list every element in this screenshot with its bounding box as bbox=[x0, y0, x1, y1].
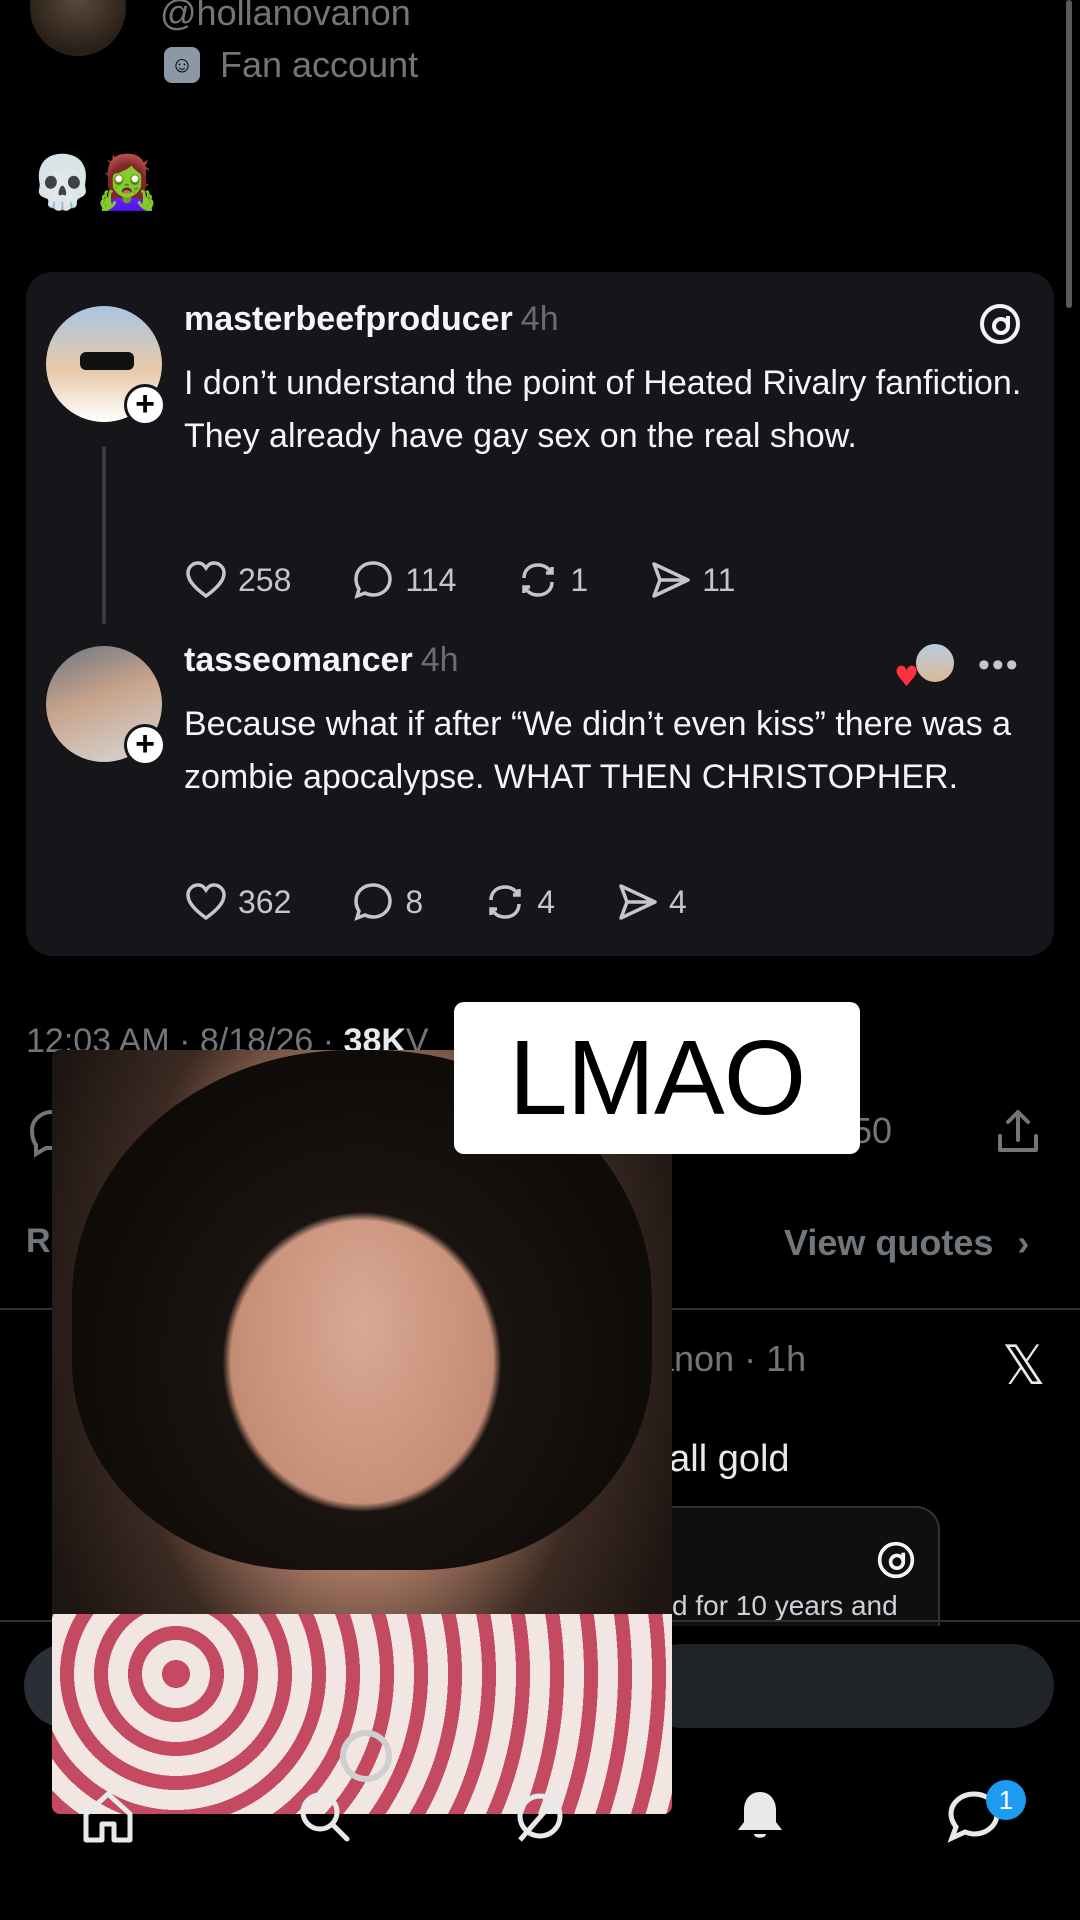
reply-card-text: d for 10 years and bbox=[672, 1590, 898, 1621]
post-1-username-text: masterbeefproducer bbox=[184, 300, 513, 338]
sunglasses bbox=[80, 352, 134, 370]
send-icon bbox=[619, 884, 657, 920]
liked-heart-icon: ♥ bbox=[894, 660, 920, 693]
reply-author-handle[interactable]: anon · 1h bbox=[654, 1338, 806, 1380]
post-1-text: I don’t understand the point of Heated R… bbox=[184, 364, 1022, 455]
repost-button[interactable]: 4 bbox=[483, 880, 555, 924]
x-logo-icon: 𝕏 bbox=[1002, 1334, 1046, 1397]
reply-count: 114 bbox=[405, 561, 457, 598]
follow-plus-icon[interactable]: + bbox=[124, 384, 166, 426]
send-icon bbox=[652, 562, 690, 598]
repost-button[interactable]: 1 bbox=[516, 558, 588, 602]
account-label: ☺ Fan account bbox=[164, 44, 418, 86]
reply-input[interactable] bbox=[640, 1644, 1054, 1728]
like-button[interactable]: 362 bbox=[184, 880, 291, 924]
liked-by-author-avatar bbox=[914, 642, 956, 684]
comment-icon bbox=[354, 883, 393, 921]
post-1-time: 4h bbox=[520, 300, 559, 338]
share-count: 11 bbox=[702, 561, 736, 598]
heart-icon bbox=[186, 561, 226, 599]
ring-necklace bbox=[340, 1730, 392, 1782]
heart-icon bbox=[186, 883, 226, 921]
post-2-username[interactable]: tasseomancer 4h bbox=[184, 641, 459, 680]
messages-badge: 1 bbox=[986, 1780, 1026, 1820]
comment-icon bbox=[354, 561, 393, 599]
post-2-username-text: tasseomancer bbox=[184, 641, 413, 679]
share-button[interactable]: 11 bbox=[648, 558, 735, 602]
account-label-text: Fan account bbox=[220, 44, 419, 85]
grok-icon[interactable] bbox=[510, 1786, 570, 1846]
reply-button[interactable]: 114 bbox=[351, 558, 456, 602]
post-1-username[interactable]: masterbeefproducer 4h bbox=[184, 300, 559, 339]
like-count: 258 bbox=[238, 561, 292, 598]
post-2-time: 4h bbox=[420, 641, 459, 679]
view-quotes-label: View quotes bbox=[784, 1222, 994, 1263]
share-count: 4 bbox=[668, 883, 687, 920]
follow-plus-icon[interactable]: + bbox=[124, 724, 166, 766]
threads-logo-icon[interactable] bbox=[978, 302, 1022, 346]
repost-icon bbox=[489, 885, 521, 919]
threads-logo-icon bbox=[877, 1541, 915, 1579]
repost-count: 4 bbox=[537, 883, 555, 920]
reply-button[interactable]: 8 bbox=[351, 880, 423, 924]
repost-icon bbox=[522, 563, 555, 597]
post-2-actions: 362 8 4 4 bbox=[184, 880, 687, 924]
patterned-shirt bbox=[52, 1614, 672, 1814]
reply-count: 8 bbox=[405, 883, 424, 920]
repost-count: 1 bbox=[570, 561, 589, 598]
author-avatar[interactable] bbox=[30, 0, 126, 56]
home-icon[interactable] bbox=[78, 1786, 138, 1846]
share-icon[interactable] bbox=[990, 1104, 1046, 1160]
caption-sticker: LMAO bbox=[454, 1002, 860, 1154]
thread-connector-line bbox=[102, 446, 106, 624]
notifications-bell-icon[interactable] bbox=[730, 1786, 790, 1846]
like-button[interactable]: 258 bbox=[184, 558, 291, 602]
scrollbar[interactable] bbox=[1066, 0, 1072, 308]
post-emoji-text: 💀🧟‍♀️ bbox=[30, 153, 160, 213]
theater-mask-icon: ☺ bbox=[164, 47, 200, 83]
like-count: 362 bbox=[238, 883, 292, 920]
post-2-text: Because what if after “We didn’t even ki… bbox=[184, 705, 1012, 796]
chevron-right-icon: › bbox=[1017, 1222, 1030, 1263]
author-handle[interactable]: @hollanovanon bbox=[160, 0, 411, 34]
creator-video-overlay bbox=[52, 1050, 672, 1814]
share-button[interactable]: 4 bbox=[615, 880, 687, 924]
view-quotes-link[interactable]: View quotes › bbox=[784, 1222, 1029, 1264]
search-icon[interactable] bbox=[294, 1786, 354, 1846]
post-1-actions: 258 114 1 11 bbox=[184, 558, 735, 602]
more-options-icon[interactable]: ••• bbox=[978, 646, 1020, 685]
